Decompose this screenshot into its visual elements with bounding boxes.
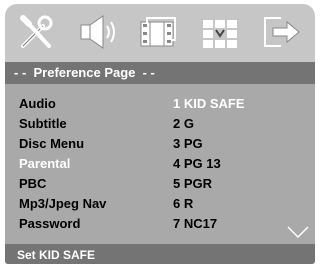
status-text: Set KID SAFE xyxy=(17,248,96,262)
scroll-down-arrow-icon[interactable] xyxy=(287,226,309,238)
setting-row-mp3-jpeg-nav[interactable]: Mp3/Jpeg Nav 6 R xyxy=(5,194,315,214)
setting-label: Password xyxy=(19,216,81,231)
setting-label: Audio xyxy=(19,96,56,111)
option-item[interactable]: 1 KID SAFE xyxy=(173,94,245,114)
setting-row-subtitle[interactable]: Subtitle 2 G xyxy=(5,114,315,134)
tab-general-setup[interactable] xyxy=(13,10,65,54)
setting-row-pbc[interactable]: PBC 5 PGR xyxy=(5,174,315,194)
settings-menu: Audio 1 KID SAFE Subtitle 2 G Disc Menu … xyxy=(5,84,315,244)
speaker-icon xyxy=(80,15,115,49)
film-icon xyxy=(140,17,176,47)
exit-icon xyxy=(264,17,300,47)
setting-row-disc-menu[interactable]: Disc Menu 3 PG xyxy=(5,134,315,154)
option-item[interactable]: 5 PGR xyxy=(173,174,212,194)
page-title-bar: - - Preference Page - - xyxy=(5,62,315,84)
setting-label: PBC xyxy=(19,176,47,191)
setting-label: Mp3/Jpeg Nav xyxy=(19,196,107,211)
grid-preference-icon xyxy=(203,20,237,48)
setting-label: Subtitle xyxy=(19,116,67,131)
tab-preference-page[interactable] xyxy=(195,10,247,54)
option-item[interactable]: 6 R xyxy=(173,194,193,214)
option-item[interactable]: 4 PG 13 xyxy=(173,154,221,174)
osd-menu: - - Preference Page - - Audio 1 KID SAFE… xyxy=(5,4,315,264)
tools-icon xyxy=(20,15,53,48)
setting-label: Parental xyxy=(19,156,71,171)
setting-row-password[interactable]: Password 7 NC17 xyxy=(5,214,315,234)
page-title: - - Preference Page - - xyxy=(14,65,155,80)
tab-audio-setup[interactable] xyxy=(73,10,125,54)
option-item[interactable]: 7 NC17 xyxy=(173,214,217,234)
icon-tab-bar xyxy=(5,4,315,60)
option-item[interactable]: 2 G xyxy=(173,114,194,134)
status-bar: Set KID SAFE xyxy=(5,244,315,264)
option-item[interactable]: 3 PG xyxy=(173,134,203,154)
setting-label: Disc Menu xyxy=(19,136,85,151)
setting-row-audio[interactable]: Audio 1 KID SAFE xyxy=(5,94,315,114)
setting-row-parental[interactable]: Parental 4 PG 13 xyxy=(5,154,315,174)
tab-exit[interactable] xyxy=(255,10,307,54)
tab-video-setup[interactable] xyxy=(133,10,185,54)
